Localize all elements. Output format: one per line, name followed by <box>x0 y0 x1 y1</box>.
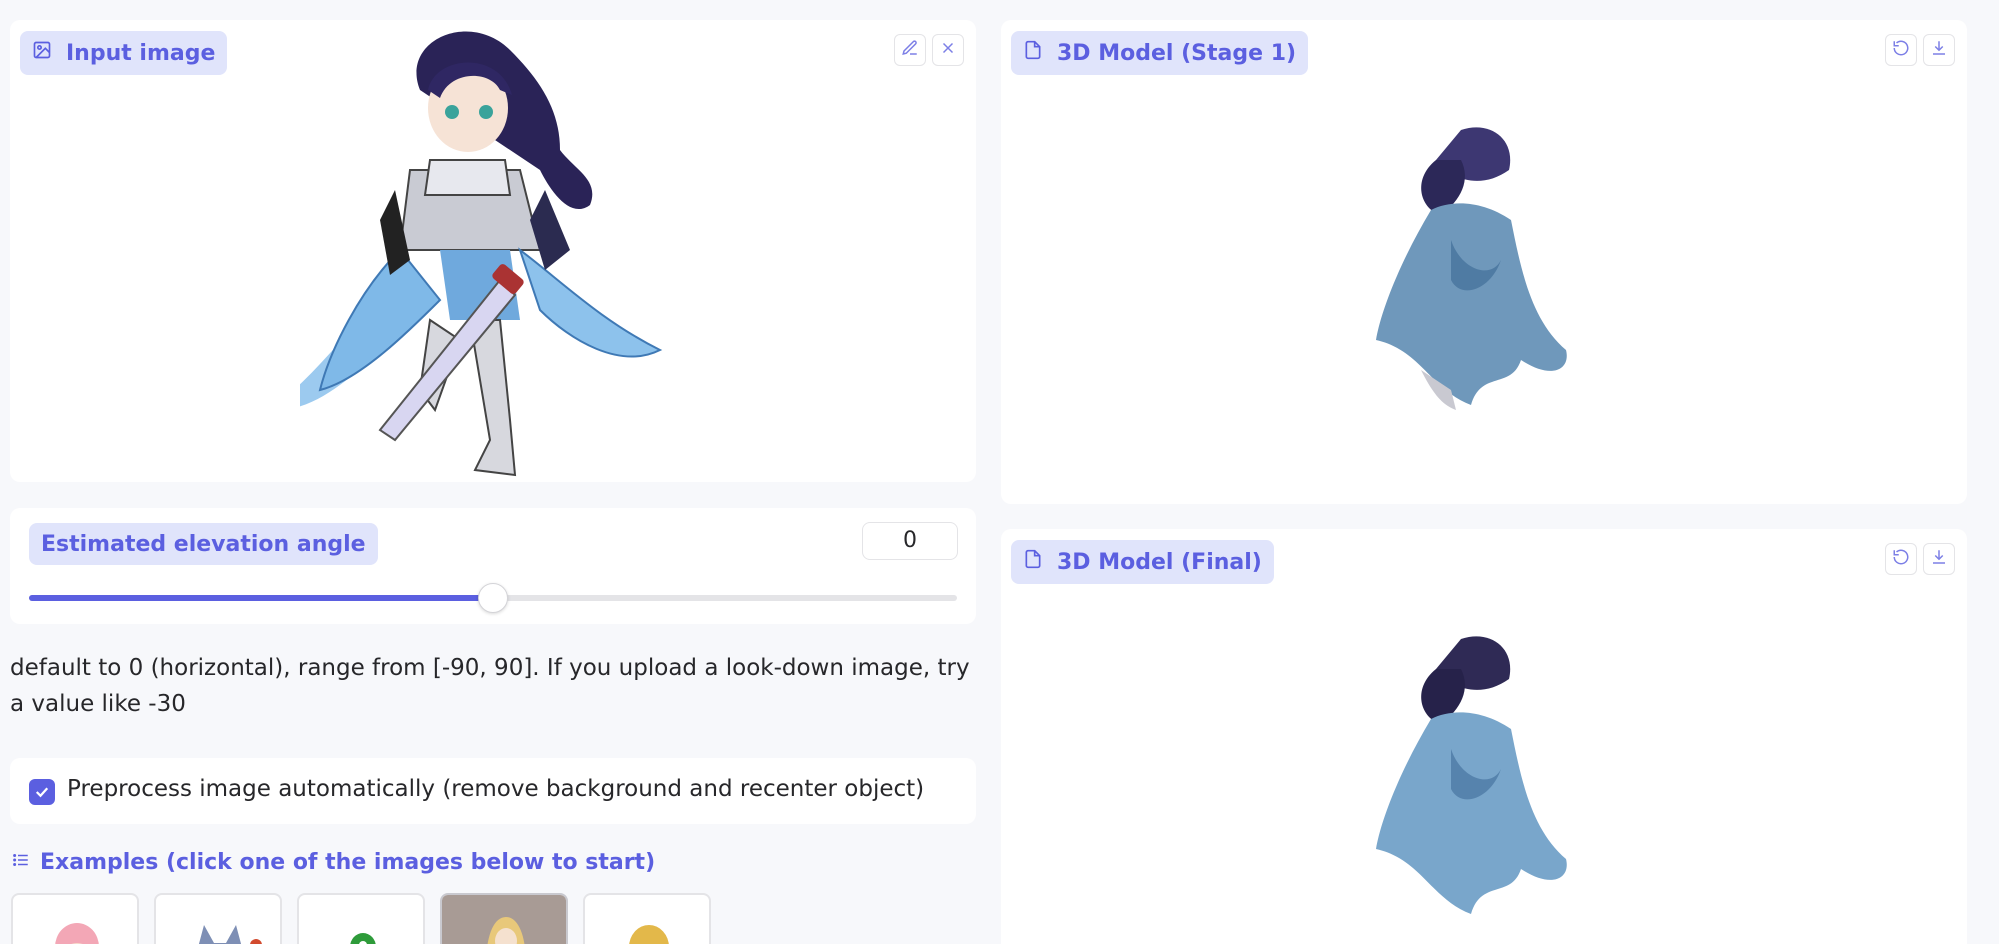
stage1-model-panel[interactable]: 3D Model (Stage 1) <box>1001 20 1967 504</box>
file-icon <box>1023 40 1043 66</box>
final-model-panel[interactable]: 3D Model (Final) <box>1001 529 1967 944</box>
file-icon <box>1023 549 1043 575</box>
image-icon <box>32 40 52 66</box>
stage1-label: 3D Model (Stage 1) <box>1011 31 1309 75</box>
example-thumbnail[interactable] <box>297 893 425 944</box>
elevation-slider-panel: Estimated elevation angle 0 <box>10 508 976 624</box>
elevation-slider[interactable] <box>29 583 957 613</box>
final-model-viewer[interactable] <box>1361 629 1601 929</box>
example-image-pink-character <box>55 923 99 944</box>
final-download-button[interactable] <box>1923 543 1955 575</box>
example-image-blonde-character <box>629 925 669 944</box>
final-label: 3D Model (Final) <box>1011 540 1274 584</box>
undo-icon <box>1892 548 1910 570</box>
stage1-model-viewer[interactable] <box>1361 120 1601 420</box>
clear-image-button[interactable] <box>932 34 964 66</box>
example-thumbnail[interactable] <box>583 893 711 944</box>
example-image-cat <box>198 925 262 944</box>
example-image-green-character <box>350 933 376 944</box>
download-icon <box>1930 548 1948 570</box>
pencil-icon <box>901 39 919 61</box>
elevation-number-input[interactable]: 0 <box>862 522 958 560</box>
edit-button[interactable] <box>894 34 926 66</box>
download-icon <box>1930 39 1948 61</box>
input-image-panel[interactable]: Input image <box>10 20 976 482</box>
example-thumbnail[interactable] <box>440 893 568 944</box>
elevation-slider-thumb[interactable] <box>478 583 508 613</box>
final-reset-button[interactable] <box>1885 543 1917 575</box>
preprocess-option[interactable]: Preprocess image automatically (remove b… <box>10 758 976 824</box>
elevation-label: Estimated elevation angle <box>29 523 378 565</box>
preprocess-checkbox[interactable] <box>29 779 55 805</box>
stage1-reset-button[interactable] <box>1885 34 1917 66</box>
preprocess-label: Preprocess image automatically (remove b… <box>67 776 925 802</box>
elevation-help-text: default to 0 (horizontal), range from [-… <box>10 655 970 717</box>
example-image-doll <box>442 895 566 944</box>
stage1-download-button[interactable] <box>1923 34 1955 66</box>
close-icon <box>939 39 957 61</box>
example-thumbnail[interactable] <box>11 893 139 944</box>
example-thumbnail[interactable] <box>154 893 282 944</box>
undo-icon <box>1892 39 1910 61</box>
input-character-image <box>300 31 663 477</box>
list-icon <box>12 850 30 875</box>
examples-heading: Examples (click one of the images below … <box>12 850 655 875</box>
check-icon <box>35 787 49 798</box>
input-image-label: Input image <box>20 31 228 75</box>
elevation-slider-fill <box>29 595 493 601</box>
